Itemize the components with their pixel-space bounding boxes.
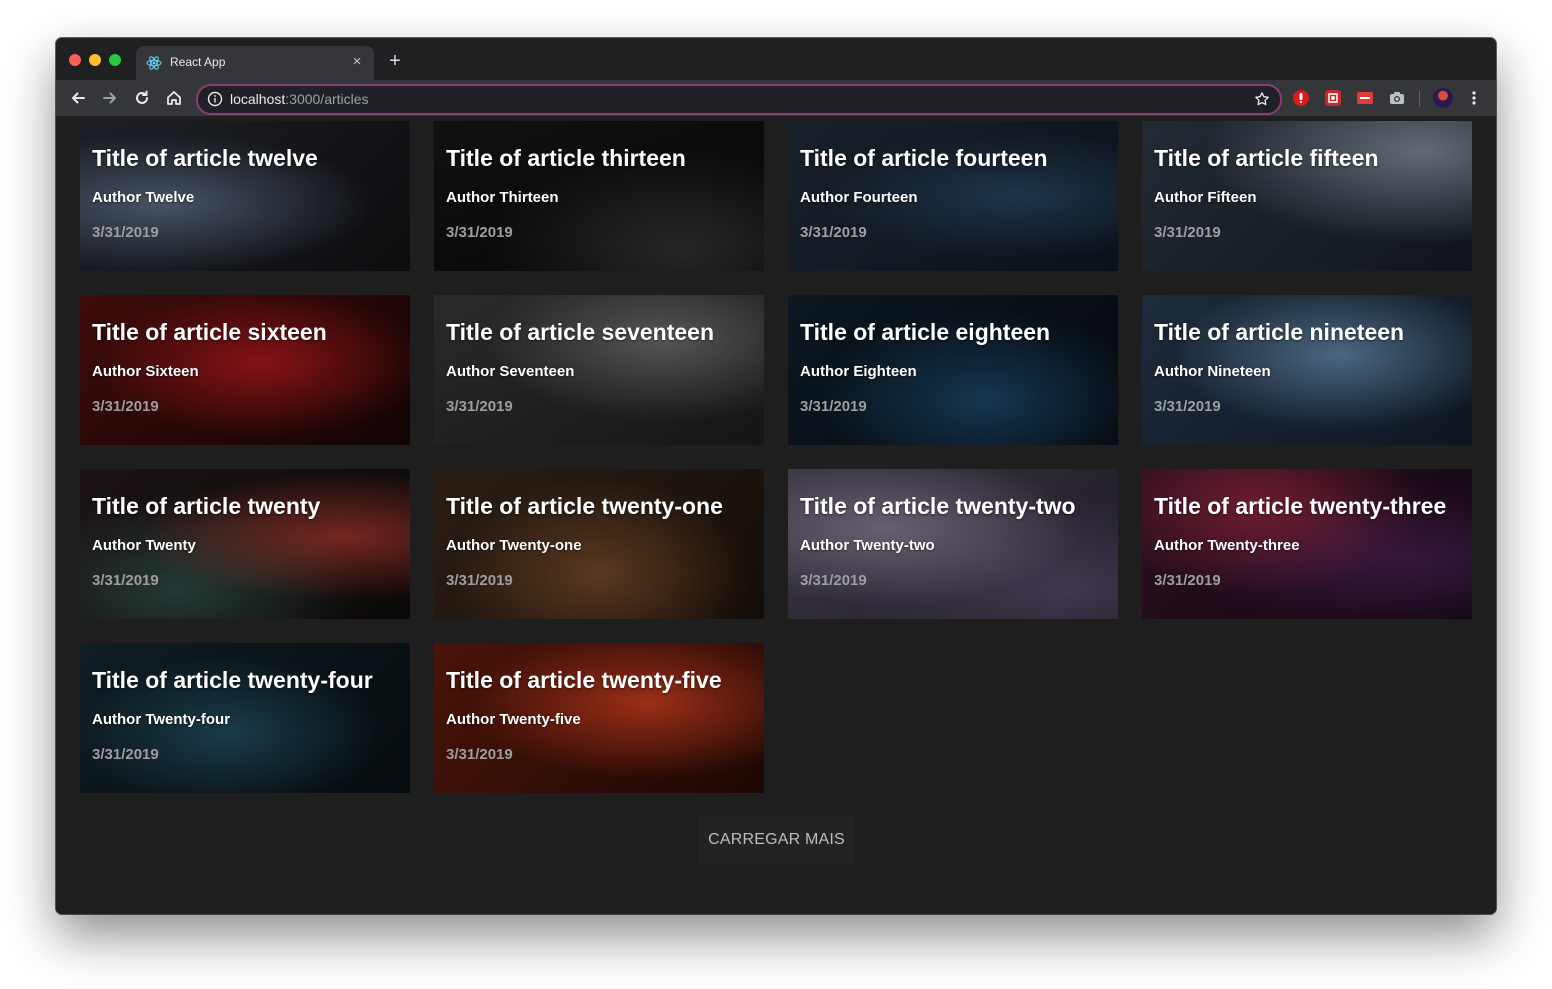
article-card[interactable]: Title of article seventeen Author Sevente…	[434, 295, 764, 445]
load-more-button[interactable]: CARREGAR MAIS	[699, 816, 854, 864]
reload-icon[interactable]	[130, 86, 154, 110]
article-title[interactable]: Title of article sixteen	[92, 319, 404, 346]
article-date: 3/31/2019	[446, 572, 513, 589]
article-card[interactable]: Title of article nineteen Author Nineteen…	[1142, 295, 1472, 445]
article-author: Author Twenty	[92, 537, 196, 554]
react-logo-icon	[146, 56, 162, 70]
article-date: 3/31/2019	[800, 572, 867, 589]
url-host: localhost	[230, 91, 286, 107]
bookmark-star-icon[interactable]	[1254, 91, 1270, 107]
article-card[interactable]: Title of article twenty-four Author Twent…	[80, 643, 410, 793]
article-title[interactable]: Title of article fifteen	[1154, 145, 1466, 172]
article-title[interactable]: Title of article eighteen	[800, 319, 1112, 346]
url-text: localhost:3000/articles	[230, 91, 369, 107]
toolbar-divider	[1419, 91, 1420, 107]
tab-close-icon[interactable]: ×	[348, 53, 366, 71]
article-date: 3/31/2019	[92, 746, 159, 763]
new-tab-button[interactable]: +	[384, 50, 406, 72]
tab-react-app[interactable]: React App ×	[136, 46, 374, 80]
article-date: 3/31/2019	[92, 572, 159, 589]
article-author: Author Seventeen	[446, 363, 575, 380]
article-title[interactable]: Title of article twenty-three	[1154, 493, 1466, 520]
browser-window: React App × + localhost:3000/articles Ti…	[56, 38, 1496, 914]
extension-shield-icon[interactable]	[1292, 89, 1310, 107]
article-date: 3/31/2019	[1154, 572, 1221, 589]
article-card[interactable]: Title of article twelve Author Twelve 3/31…	[80, 121, 410, 271]
article-title[interactable]: Title of article thirteen	[446, 145, 758, 172]
article-date: 3/31/2019	[800, 398, 867, 415]
article-card[interactable]: Title of article twenty Author Twenty 3/31…	[80, 469, 410, 619]
article-author: Author Fourteen	[800, 189, 918, 206]
extension-puzzle-icon[interactable]	[1324, 89, 1342, 107]
article-card[interactable]: Title of article twenty-three Author Twen…	[1142, 469, 1472, 619]
article-date: 3/31/2019	[1154, 224, 1221, 241]
article-author: Author Thirteen	[446, 189, 559, 206]
maximize-window-button[interactable]	[109, 54, 121, 66]
article-title[interactable]: Title of article twenty-two	[800, 493, 1112, 520]
address-bar[interactable]: localhost:3000/articles	[196, 84, 1282, 115]
page-content: Title of article twelve Author Twelve 3/31…	[56, 116, 1496, 914]
tab-strip: React App × +	[56, 38, 1496, 80]
article-card[interactable]: Title of article fourteen Author Fourteen…	[788, 121, 1118, 271]
article-author: Author Twelve	[92, 189, 195, 206]
article-title[interactable]: Title of article twenty	[92, 493, 404, 520]
article-date: 3/31/2019	[446, 224, 513, 241]
camera-icon[interactable]	[1388, 89, 1406, 107]
profile-avatar[interactable]	[1433, 88, 1453, 108]
article-title[interactable]: Title of article twenty-five	[446, 667, 758, 694]
url-path: :3000/articles	[285, 91, 369, 107]
article-card[interactable]: Title of article twenty-one Author Twenty…	[434, 469, 764, 619]
close-window-button[interactable]	[69, 54, 81, 66]
back-arrow-icon[interactable]	[66, 86, 90, 110]
article-author: Author Twenty-one	[446, 537, 582, 554]
article-author: Author Twenty-five	[446, 711, 581, 728]
article-author: Author Twenty-two	[800, 537, 935, 554]
article-author: Author Twenty-three	[1154, 537, 1300, 554]
article-author: Author Sixteen	[92, 363, 199, 380]
article-title[interactable]: Title of article twenty-four	[92, 667, 404, 694]
article-title[interactable]: Title of article twenty-one	[446, 493, 758, 520]
article-author: Author Eighteen	[800, 363, 917, 380]
article-card[interactable]: Title of article fifteen Author Fifteen 3/…	[1142, 121, 1472, 271]
article-title[interactable]: Title of article seventeen	[446, 319, 758, 346]
article-card[interactable]: Title of article thirteen Author Thirteen…	[434, 121, 764, 271]
article-date: 3/31/2019	[446, 398, 513, 415]
article-card[interactable]: Title of article eighteen Author Eighteen…	[788, 295, 1118, 445]
article-author: Author Fifteen	[1154, 189, 1257, 206]
info-icon[interactable]	[207, 91, 223, 107]
article-date: 3/31/2019	[446, 746, 513, 763]
tab-title: React App	[170, 55, 226, 69]
forward-arrow-icon[interactable]	[98, 86, 122, 110]
article-card[interactable]: Title of article twenty-two Author Twenty…	[788, 469, 1118, 619]
article-author: Author Twenty-four	[92, 711, 231, 728]
home-icon[interactable]	[162, 86, 186, 110]
article-date: 3/31/2019	[92, 398, 159, 415]
minimize-window-button[interactable]	[89, 54, 101, 66]
article-card[interactable]: Title of article sixteen Author Sixteen 3/…	[80, 295, 410, 445]
extension-cors-icon[interactable]	[1356, 89, 1374, 107]
article-card[interactable]: Title of article twenty-five Author Twent…	[434, 643, 764, 793]
article-date: 3/31/2019	[800, 224, 867, 241]
article-author: Author Nineteen	[1154, 363, 1271, 380]
article-title[interactable]: Title of article fourteen	[800, 145, 1112, 172]
article-title[interactable]: Title of article twelve	[92, 145, 404, 172]
article-date: 3/31/2019	[92, 224, 159, 241]
kebab-menu-icon[interactable]	[1465, 89, 1483, 107]
article-title[interactable]: Title of article nineteen	[1154, 319, 1466, 346]
browser-toolbar: localhost:3000/articles	[56, 80, 1496, 116]
article-date: 3/31/2019	[1154, 398, 1221, 415]
